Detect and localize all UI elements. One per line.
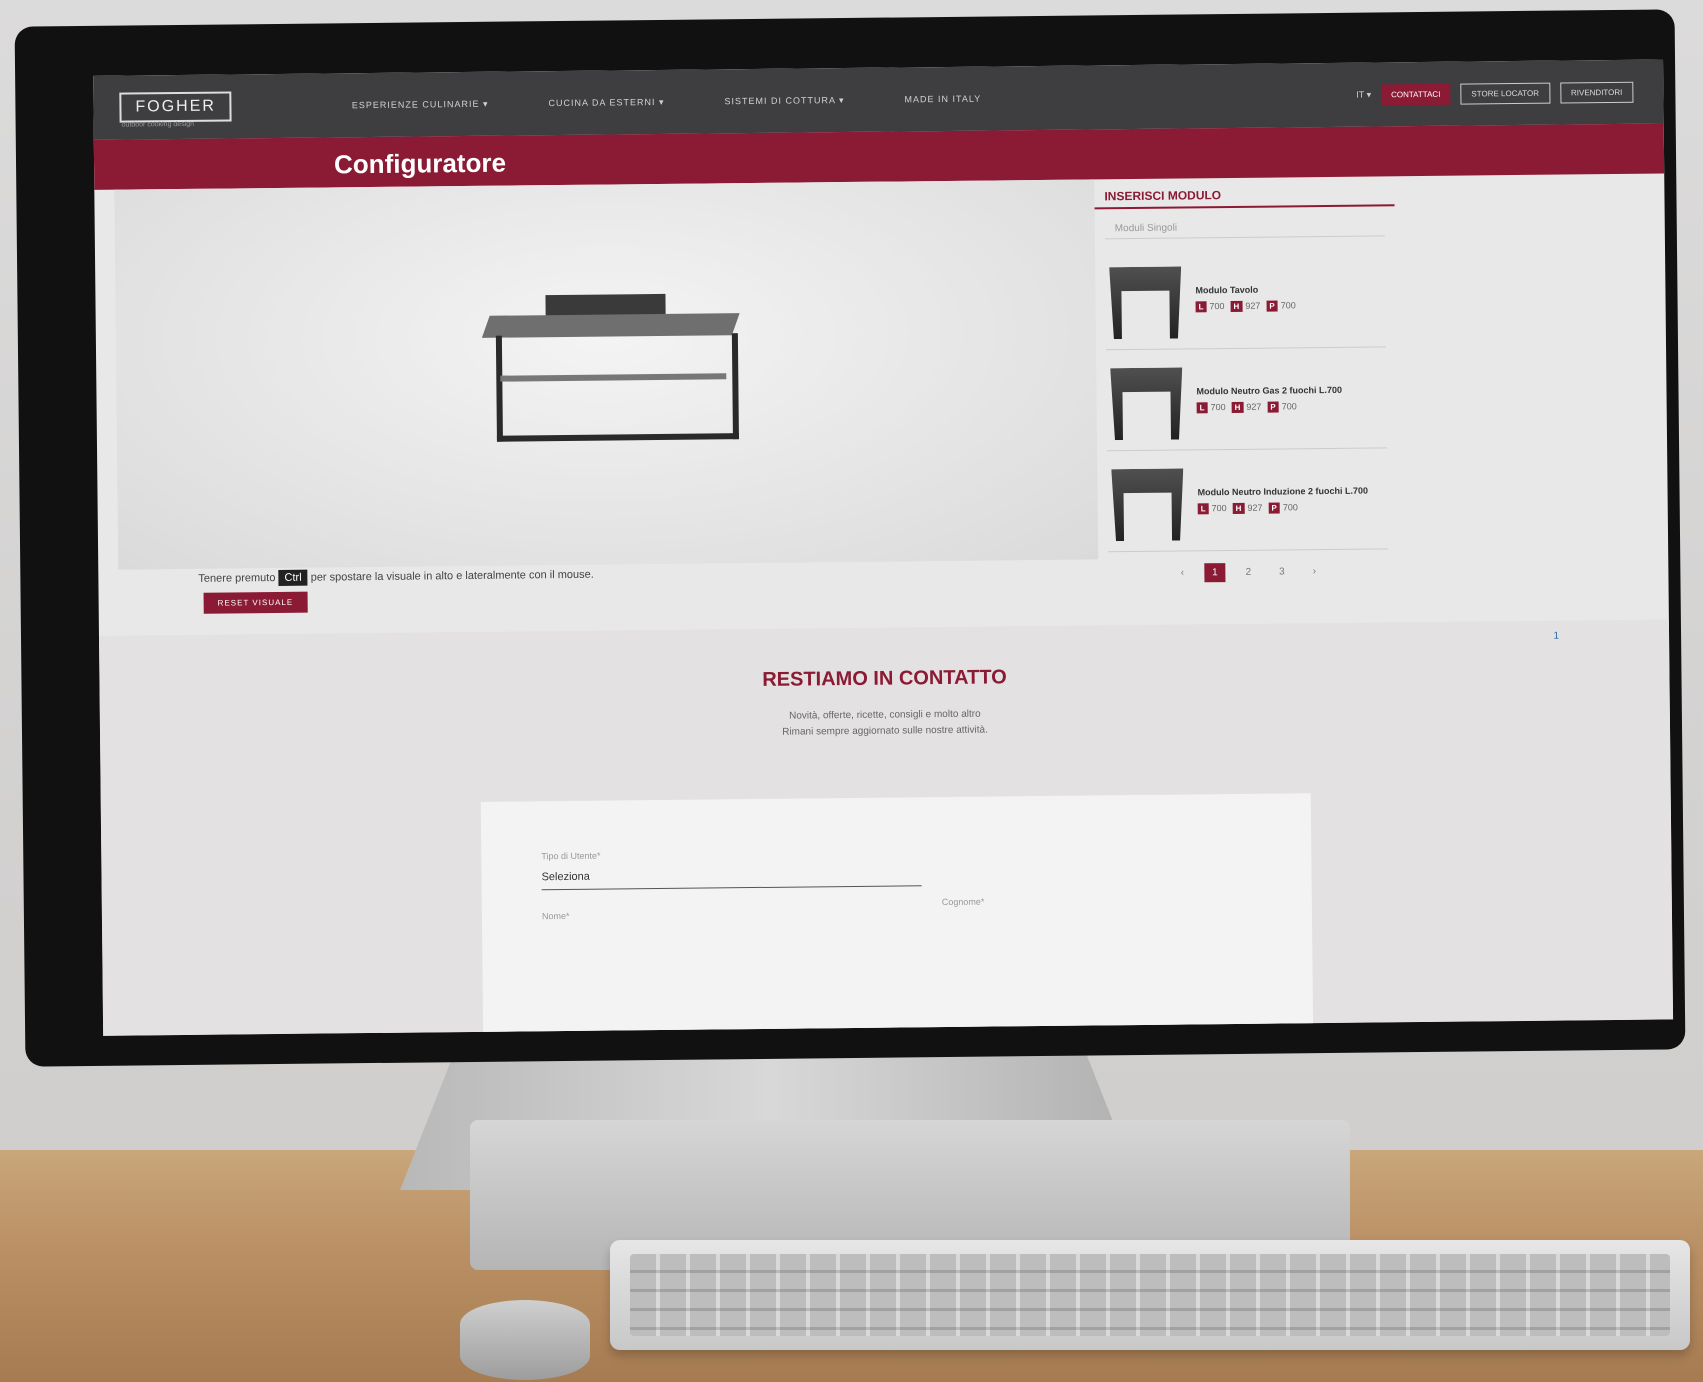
module-dimensions: L 700 H 927 P 700 <box>1196 400 1343 413</box>
dealer-button[interactable]: RIVENDITORI <box>1559 81 1634 104</box>
reset-view-button[interactable]: RESET VISUALE <box>203 591 308 614</box>
header-actions: IT ▾ CONTATTACI STORE LOCATOR RIVENDITOR… <box>1356 81 1634 105</box>
ctrl-key: Ctrl <box>278 569 308 586</box>
page-prev[interactable]: ‹ <box>1173 563 1193 582</box>
newsletter-title: RESTIAMO IN CONTATTO <box>762 666 1007 691</box>
hint-after: per spostare la visuale in alto e latera… <box>310 568 594 584</box>
page-title: Configuratore <box>333 147 507 180</box>
site-logo[interactable]: FOGHER <box>119 91 233 123</box>
module-dimensions: L 700 H 927 P 700 <box>1195 300 1296 312</box>
module-name: Modulo Neutro Induzione 2 fuochi L.700 <box>1197 485 1369 497</box>
viewer-hint: Tenere premuto Ctrl per spostare la visu… <box>198 568 594 586</box>
user-type-label: Tipo di Utente* <box>541 850 601 862</box>
module-item[interactable]: Modulo Neutro Induzione 2 fuochi L.700 L… <box>1107 448 1389 553</box>
module-item[interactable]: Modulo Tavolo L 700 H 927 P 700 <box>1104 246 1387 351</box>
language-select[interactable]: IT ▾ <box>1356 89 1371 100</box>
pagination: ‹ 1 2 3 › <box>1098 561 1398 583</box>
module-dimensions: L 700 H 927 P 700 <box>1197 501 1369 514</box>
logo-tagline: outdoor cooking design <box>121 120 195 129</box>
surname-label[interactable]: Cognome* <box>942 897 985 907</box>
surface-dial <box>460 1300 590 1380</box>
screen: FOGHER outdoor cooking design ESPERIENZE… <box>93 59 1674 1036</box>
nav-sistemi[interactable]: SISTEMI DI COTTURA ▾ <box>724 95 844 107</box>
page-1[interactable]: 1 <box>1203 563 1226 583</box>
page-2[interactable]: 2 <box>1238 563 1260 582</box>
module-thumbnail <box>1105 258 1186 339</box>
main-nav: ESPERIENZE CULINARIE ▾ CUCINA DA ESTERNI… <box>352 93 981 111</box>
contact-button[interactable]: CONTATTACI <box>1380 83 1451 105</box>
3d-viewer[interactable] <box>114 179 1099 570</box>
hint-before: Tenere premuto <box>198 572 276 585</box>
nav-cucina[interactable]: CUCINA DA ESTERNI ▾ <box>548 96 664 108</box>
nav-made-in-italy[interactable]: MADE IN ITALY <box>904 93 981 105</box>
module-thumbnail <box>1107 460 1188 541</box>
keyboard-keys <box>630 1254 1670 1336</box>
newsletter-text: Novità, offerte, ricette, consigli e mol… <box>100 699 1670 747</box>
name-label[interactable]: Nome* <box>542 911 570 921</box>
newsletter-form: Tipo di Utente* Seleziona Nome* Cognome* <box>480 793 1314 1036</box>
user-type-select[interactable]: Seleziona <box>541 867 922 891</box>
grill-frame <box>495 333 739 442</box>
monitor-bezel: FOGHER outdoor cooking design ESPERIENZE… <box>14 9 1686 1067</box>
module-sidebar: INSERISCI MODULO Moduli Singoli Modulo T… <box>1094 182 1398 615</box>
sidebar-title: INSERISCI MODULO <box>1094 182 1395 210</box>
module-name: Modulo Tavolo <box>1195 284 1259 295</box>
module-name: Modulo Neutro Gas 2 fuochi L.700 <box>1196 384 1343 396</box>
page-3[interactable]: 3 <box>1271 562 1293 581</box>
keyboard <box>610 1240 1690 1350</box>
notification-badge[interactable]: 1 <box>1553 631 1559 642</box>
module-category-select[interactable]: Moduli Singoli <box>1104 216 1385 240</box>
nav-esperienze[interactable]: ESPERIENZE CULINARIE ▾ <box>352 98 489 110</box>
newsletter-section: 1 RESTIAMO IN CONTATTO Novità, offerte, … <box>98 619 1674 1036</box>
store-locator-button[interactable]: STORE LOCATOR <box>1460 82 1551 105</box>
module-item[interactable]: Modulo Neutro Gas 2 fuochi L.700 L 700 H9… <box>1106 347 1388 452</box>
grill-model <box>481 293 746 442</box>
page-next[interactable]: › <box>1305 562 1325 581</box>
module-thumbnail <box>1106 359 1187 440</box>
